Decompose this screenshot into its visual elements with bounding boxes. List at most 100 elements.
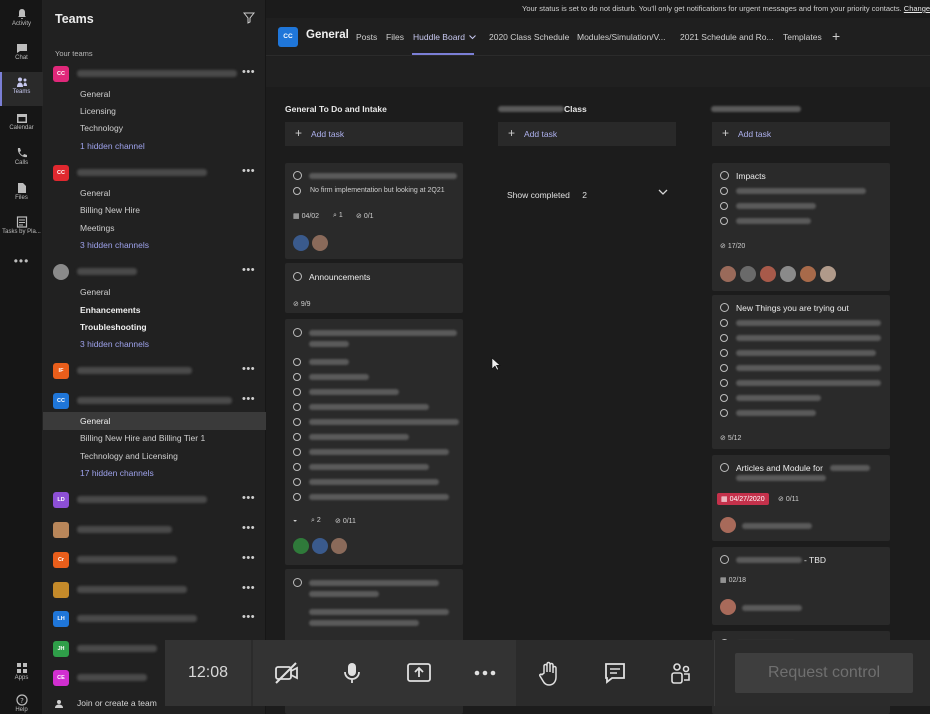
team-row[interactable]: CC •••: [43, 390, 266, 412]
subtask-checkbox[interactable]: [293, 403, 301, 411]
task-card[interactable]: Impacts ⊘ 17/20: [712, 163, 890, 291]
join-or-create-team-button[interactable]: Join or create a team: [77, 698, 157, 708]
task-checkbox[interactable]: [293, 171, 302, 180]
add-task-button[interactable]: + Add task: [285, 122, 463, 146]
subtask-checkbox[interactable]: [720, 394, 728, 402]
team-row[interactable]: CC •••: [43, 162, 266, 184]
subtask-checkbox[interactable]: [293, 493, 301, 501]
task-checkbox[interactable]: [293, 578, 302, 587]
task-card[interactable]: No firm implementation but looking at 2Q…: [285, 163, 463, 259]
subtask-checkbox[interactable]: [720, 364, 728, 372]
channel-item[interactable]: General: [80, 89, 110, 99]
tab-posts[interactable]: Posts: [356, 32, 377, 42]
team-row[interactable]: •••: [43, 579, 266, 601]
team-more-options-button[interactable]: •••: [242, 522, 255, 534]
hidden-channels-link[interactable]: 3 hidden channels: [80, 240, 149, 250]
add-task-button[interactable]: + Add task: [712, 122, 890, 146]
rail-teams[interactable]: Teams: [0, 72, 43, 106]
team-more-options-button[interactable]: •••: [242, 492, 255, 504]
task-card[interactable]: Articles and Module for ▦ 04/27/2020 ⊘ 0…: [712, 455, 890, 541]
rail-activity[interactable]: Activity: [0, 4, 43, 38]
show-completed-toggle[interactable]: Show completed 2: [507, 190, 587, 200]
rail-apps[interactable]: Apps: [0, 658, 43, 692]
microphone-toggle-button[interactable]: [319, 640, 385, 706]
tab-modules-simulation[interactable]: Modules/Simulation/V...: [577, 32, 666, 42]
task-checkbox[interactable]: [720, 303, 729, 312]
team-more-options-button[interactable]: •••: [242, 393, 255, 405]
subtask-checkbox[interactable]: [720, 319, 728, 327]
subtask-checkbox[interactable]: [293, 373, 301, 381]
team-row[interactable]: CC •••: [43, 63, 266, 85]
channel-item-selected[interactable]: General: [80, 416, 110, 426]
request-control-button[interactable]: Request control: [735, 653, 913, 693]
change-status-link[interactable]: Change: [904, 4, 930, 13]
tab-files[interactable]: Files: [386, 32, 404, 42]
team-row[interactable]: LD •••: [43, 489, 266, 511]
add-task-button[interactable]: + Add task: [498, 122, 676, 146]
team-more-options-button[interactable]: •••: [242, 552, 255, 564]
subtask-checkbox[interactable]: [293, 478, 301, 486]
team-row[interactable]: •••: [43, 261, 266, 283]
team-row[interactable]: IF •••: [43, 360, 266, 382]
team-more-options-button[interactable]: •••: [242, 611, 255, 623]
channel-item[interactable]: General: [80, 287, 110, 297]
more-actions-button[interactable]: [451, 640, 517, 706]
team-more-options-button[interactable]: •••: [242, 66, 255, 78]
chevron-down-icon[interactable]: [658, 187, 668, 197]
add-tab-button[interactable]: +: [832, 28, 840, 44]
channel-item[interactable]: Technology: [80, 123, 123, 133]
task-card[interactable]: Announcements ⊘ 9/9: [285, 263, 463, 313]
channel-item[interactable]: Technology and Licensing: [80, 451, 178, 461]
rail-calendar[interactable]: Calendar: [0, 108, 43, 142]
subtask-checkbox[interactable]: [293, 187, 301, 195]
task-checkbox[interactable]: [720, 463, 729, 472]
raise-hand-button[interactable]: [516, 640, 582, 706]
subtask-checkbox[interactable]: [293, 388, 301, 396]
hidden-channels-link[interactable]: 17 hidden channels: [80, 468, 154, 478]
task-checkbox[interactable]: [720, 555, 729, 564]
rail-chat[interactable]: Chat: [0, 38, 43, 72]
channel-item[interactable]: Meetings: [80, 223, 115, 233]
subtask-checkbox[interactable]: [720, 187, 728, 195]
team-row[interactable]: LH •••: [43, 608, 266, 630]
team-more-options-button[interactable]: •••: [242, 582, 255, 594]
participants-button[interactable]: [648, 640, 714, 706]
tab-huddle-board[interactable]: Huddle Board: [413, 32, 477, 42]
channel-item[interactable]: General: [80, 188, 110, 198]
rail-calls[interactable]: Calls: [0, 143, 43, 177]
filter-icon[interactable]: [243, 12, 255, 24]
rail-files[interactable]: Files: [0, 178, 43, 212]
subtask-checkbox[interactable]: [293, 433, 301, 441]
task-card[interactable]: ◒ ⌕ 2 ⊘ 0/11: [285, 319, 463, 565]
tab-2021-schedule[interactable]: 2021 Schedule and Ro...: [680, 32, 774, 42]
channel-item[interactable]: Troubleshooting: [80, 322, 147, 332]
share-screen-button[interactable]: [385, 640, 451, 706]
team-more-options-button[interactable]: •••: [242, 264, 255, 276]
team-row[interactable]: Cr •••: [43, 549, 266, 571]
rail-help[interactable]: ? Help: [0, 690, 43, 714]
task-card[interactable]: New Things you are trying out ⊘ 5/12: [712, 295, 890, 449]
subtask-checkbox[interactable]: [293, 463, 301, 471]
camera-toggle-button[interactable]: [253, 640, 319, 706]
hidden-channels-link[interactable]: 1 hidden channel: [80, 141, 145, 151]
team-row[interactable]: •••: [43, 519, 266, 541]
channel-item[interactable]: Enhancements: [80, 305, 140, 315]
subtask-checkbox[interactable]: [720, 379, 728, 387]
subtask-checkbox[interactable]: [293, 358, 301, 366]
subtask-checkbox[interactable]: [720, 409, 728, 417]
channel-item[interactable]: Licensing: [80, 106, 116, 116]
subtask-checkbox[interactable]: [720, 202, 728, 210]
subtask-checkbox[interactable]: [720, 349, 728, 357]
channel-item[interactable]: Billing New Hire and Billing Tier 1: [80, 433, 205, 443]
team-more-options-button[interactable]: •••: [242, 165, 255, 177]
task-checkbox[interactable]: [293, 272, 302, 281]
tab-templates[interactable]: Templates: [783, 32, 822, 42]
task-checkbox[interactable]: [293, 328, 302, 337]
more-apps-button[interactable]: •••: [0, 254, 43, 268]
subtask-checkbox[interactable]: [720, 334, 728, 342]
channel-item[interactable]: Billing New Hire: [80, 205, 140, 215]
hidden-channels-link[interactable]: 3 hidden channels: [80, 339, 149, 349]
team-more-options-button[interactable]: •••: [242, 363, 255, 375]
rail-tasks[interactable]: Tasks by Pla...: [0, 212, 43, 246]
subtask-checkbox[interactable]: [720, 217, 728, 225]
